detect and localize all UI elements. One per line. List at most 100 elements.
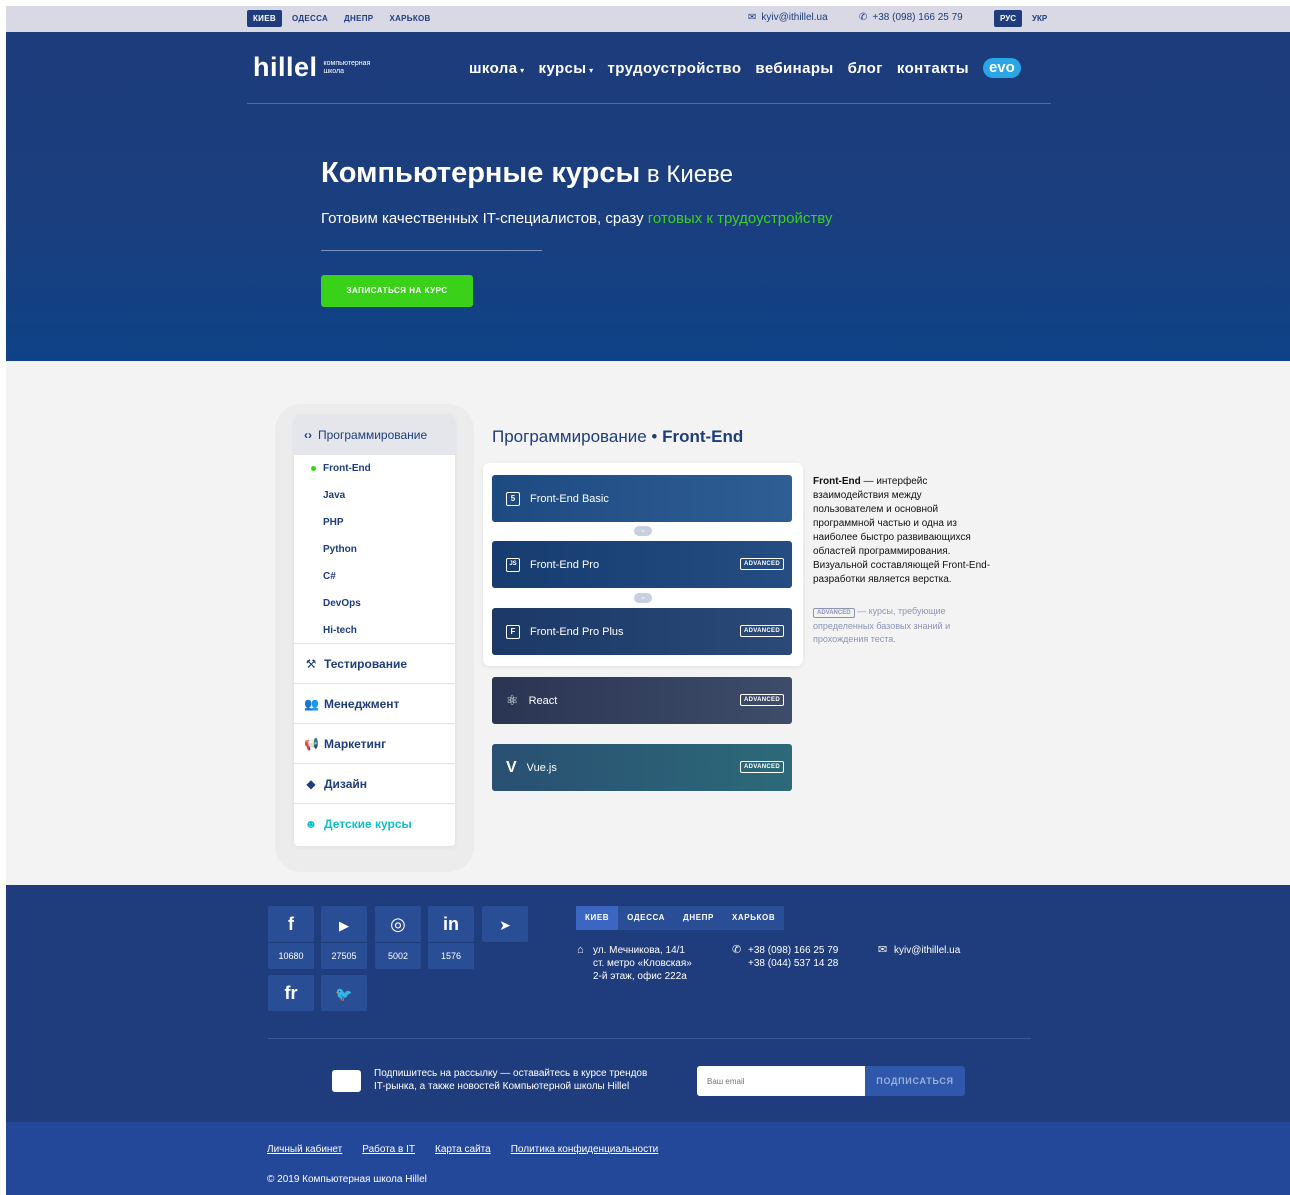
footer-tab-kyiv[interactable]: КИЕВ xyxy=(576,906,619,930)
active-dot xyxy=(311,466,316,471)
hero: hillel компьютерная школа школа ▾ курсы … xyxy=(6,32,1290,361)
sidebar-subitem-csharp[interactable]: C# xyxy=(323,563,455,590)
nav-employment[interactable]: трудоустройство xyxy=(608,60,742,77)
phone-icon: ✆ xyxy=(859,12,868,23)
social-youtube[interactable]: ▶ 27505 xyxy=(321,906,367,969)
city-dnipro[interactable]: ДНЕПР xyxy=(338,10,379,27)
sidebar-item-kids[interactable]: ☻ Детские курсы xyxy=(294,803,455,843)
link-sitemap[interactable]: Карта сайта xyxy=(435,1144,491,1155)
sidebar-item-programming[interactable]: ‹› Программирование xyxy=(294,415,455,455)
course-name: React xyxy=(528,694,558,707)
advanced-badge: ADVANCED xyxy=(740,625,784,637)
course-card-frontend-basic[interactable]: 5 Front-End Basic xyxy=(492,475,792,522)
sidebar-subitem-python[interactable]: Python xyxy=(323,536,455,563)
link-account[interactable]: Личный кабинет xyxy=(267,1144,342,1155)
linkedin-count: 1576 xyxy=(428,942,474,969)
instagram-count: 5002 xyxy=(375,942,421,969)
course-name: Front-End Pro xyxy=(530,558,600,571)
course-name: Vue.js xyxy=(526,761,557,774)
course-card-frontend-pro[interactable]: JS Front-End Pro ADVANCED xyxy=(492,541,792,588)
paint-bucket-icon: ◆ xyxy=(306,776,316,791)
chevron-down-icon: ⌄ xyxy=(634,526,652,536)
home-icon: ⌂ xyxy=(577,944,584,956)
footer-city-tabs: КИЕВ ОДЕССА ДНЕПР ХАРЬКОВ xyxy=(576,906,785,930)
footer-links: Личный кабинет Работа в IT Карта сайта П… xyxy=(267,1144,658,1155)
people-icon: 👥 xyxy=(304,696,319,711)
sidebar-subitem-hitech[interactable]: Hi-tech xyxy=(323,617,455,643)
twitter-icon: 🐦 xyxy=(335,986,353,1002)
advanced-badge: ADVANCED xyxy=(740,558,784,570)
top-email[interactable]: ✉ kyiv@ithillel.ua xyxy=(748,12,828,23)
copyright: © 2019 Компьютерная школа Hillel xyxy=(267,1174,427,1185)
phone-icon: ✆ xyxy=(732,944,742,956)
city-odessa[interactable]: ОДЕССА xyxy=(286,10,334,27)
top-email-text: kyiv@ithillel.ua xyxy=(761,12,828,23)
social-telegram[interactable]: ➤ xyxy=(482,906,528,942)
nav-contacts[interactable]: контакты xyxy=(897,60,969,77)
subscribe-text: Подпишитесь на рассылку — оставайтесь в … xyxy=(374,1068,648,1092)
course-card-frontend-pro-plus[interactable]: F Front-End Pro Plus ADVANCED xyxy=(492,608,792,655)
advanced-legend: ADVANCED — курсы, требующие определенных… xyxy=(813,606,951,644)
social-twitter[interactable]: 🐦 xyxy=(321,975,367,1011)
footer-divider xyxy=(268,1038,1031,1039)
youtube-count: 27505 xyxy=(321,942,367,969)
subscribe-button[interactable]: ПОДПИСАТЬСЯ xyxy=(865,1066,965,1096)
page-title: Компьютерные курсы в Киеве xyxy=(321,157,733,189)
sidebar-subitem-devops[interactable]: DevOps xyxy=(323,590,455,617)
telegram-icon: ➤ xyxy=(499,917,511,933)
course-card-vue[interactable]: V Vue.js ADVANCED xyxy=(492,744,792,791)
link-jobs-it[interactable]: Работа в IT xyxy=(362,1144,415,1155)
nav-blog[interactable]: блог xyxy=(848,60,883,77)
social-freelancer[interactable]: fr xyxy=(268,975,314,1011)
enroll-button[interactable]: ЗАПИСАТЬСЯ НА КУРС xyxy=(321,275,473,307)
mail-icon: ✉ xyxy=(748,12,757,23)
nav-courses[interactable]: курсы ▾ xyxy=(539,60,594,77)
react-atom-icon: ⚛ xyxy=(506,692,519,708)
html5-icon: 5 xyxy=(506,491,520,506)
footer-phones[interactable]: ✆ +38 (098) 166 25 79 +38 (044) 537 14 2… xyxy=(732,944,838,970)
courses-section: ‹› Программирование Front-End Java PHP P… xyxy=(6,361,1290,885)
footer-tab-kharkiv[interactable]: ХАРЬКОВ xyxy=(722,906,785,930)
sidebar-subitem-java[interactable]: Java xyxy=(323,482,455,509)
header-divider xyxy=(247,103,1051,104)
sidebar-subitem-frontend[interactable]: Front-End xyxy=(311,455,455,482)
link-privacy[interactable]: Политика конфиденциальности xyxy=(511,1144,659,1155)
linkedin-icon: in xyxy=(443,914,459,934)
top-phone[interactable]: ✆ +38 (098) 166 25 79 xyxy=(859,12,963,23)
social-facebook[interactable]: f 10680 xyxy=(268,906,314,969)
sidebar-item-design[interactable]: ◆ Дизайн xyxy=(294,763,455,803)
sidebar-item-testing[interactable]: ⚒ Тестирование xyxy=(294,643,455,683)
freelancer-icon: fr xyxy=(284,983,298,1003)
social-instagram[interactable]: ◎ 5002 xyxy=(375,906,421,969)
footer-tab-dnipro[interactable]: ДНЕПР xyxy=(674,906,723,930)
sidebar-item-marketing[interactable]: 📢 Маркетинг xyxy=(294,723,455,763)
subscribe-email-input[interactable] xyxy=(697,1066,865,1096)
youtube-icon: ▶ xyxy=(339,918,349,933)
nav-webinars[interactable]: вебинары xyxy=(755,60,833,77)
programming-subitems: Front-End Java PHP Python C# DevOps Hi-t… xyxy=(294,455,455,643)
nav-school[interactable]: школа ▾ xyxy=(469,60,525,77)
footer-address: ⌂ ул. Мечникова, 14/1 ст. метро «Кловска… xyxy=(577,944,692,982)
framework-icon: F xyxy=(506,624,520,639)
city-kyiv[interactable]: КИЕВ xyxy=(247,10,282,27)
lang-ru[interactable]: РУС xyxy=(994,10,1022,27)
sidebar-item-management[interactable]: 👥 Менеджмент xyxy=(294,683,455,723)
envelope-icon xyxy=(332,1070,361,1092)
megaphone-icon: 📢 xyxy=(304,736,319,751)
logo[interactable]: hillel компьютерная школа xyxy=(253,52,384,83)
city-switcher: КИЕВ ОДЕССА ДНЕПР ХАРЬКОВ xyxy=(247,10,437,27)
course-card-react[interactable]: ⚛ React ADVANCED xyxy=(492,677,792,724)
main-nav: школа ▾ курсы ▾ трудоустройство вебинары… xyxy=(469,58,1021,78)
evo-badge[interactable]: evo xyxy=(982,58,1021,78)
facebook-count: 10680 xyxy=(268,942,314,969)
chevron-down-icon: ⌄ xyxy=(634,593,652,603)
city-kharkiv[interactable]: ХАРЬКОВ xyxy=(383,10,436,27)
social-linkedin[interactable]: in 1576 xyxy=(428,906,474,969)
footer-email[interactable]: ✉ kyiv@ithillel.ua xyxy=(878,944,960,957)
sidebar-subitem-php[interactable]: PHP xyxy=(323,509,455,536)
instagram-icon: ◎ xyxy=(390,914,406,934)
footer-tab-odessa[interactable]: ОДЕССА xyxy=(618,906,675,930)
language-switcher: РУС УКР xyxy=(994,10,1053,27)
code-icon: ‹› xyxy=(304,428,312,442)
lang-ua[interactable]: УКР xyxy=(1026,10,1053,27)
